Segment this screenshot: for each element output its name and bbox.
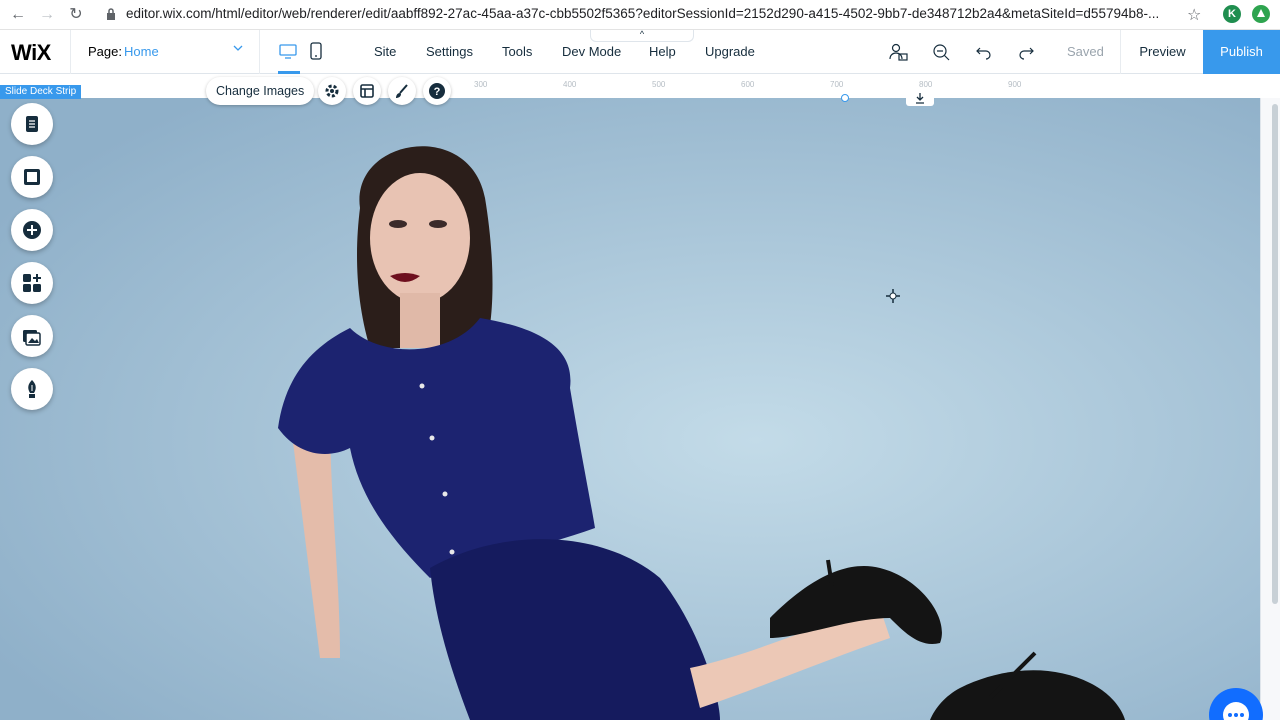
saved-status: Saved [1067,44,1104,59]
lock-icon [107,8,115,20]
browser-toolbar: ← → ↻ editor.wix.com/html/editor/web/ren… [0,0,1280,30]
add-apps-button[interactable] [11,262,53,304]
page-label: Page: [88,44,122,59]
wix-logo[interactable]: WiX [11,40,51,66]
background-button[interactable] [11,156,53,198]
plus-icon [23,221,41,239]
menu-help[interactable]: Help [649,44,676,59]
preview-button[interactable]: Preview [1120,30,1204,74]
brush-icon [396,84,408,98]
zoom-out-icon[interactable] [929,40,953,64]
download-icon [916,93,924,104]
chevron-down-icon [233,45,243,51]
page-selector[interactable]: Page: Home [70,30,260,74]
profile-avatar[interactable]: K [1223,5,1241,23]
desktop-view-icon[interactable] [278,42,298,60]
undo-icon[interactable] [972,40,996,64]
media-button[interactable] [11,315,53,357]
resize-handle[interactable] [841,94,849,102]
ruler-tick: 300 [474,80,488,89]
page-value: Home [124,44,159,59]
ruler-tick: 500 [652,80,666,89]
slide-image[interactable] [0,98,1260,720]
editor-canvas[interactable]: 300 400 500 600 700 800 900 Slide Deck S… [0,74,1280,720]
media-icon [23,330,41,346]
redo-icon[interactable] [1014,40,1038,64]
publish-button[interactable]: Publish [1203,30,1280,74]
extension-icon[interactable] [1252,5,1270,23]
strip-name-badge[interactable]: Slide Deck Strip [0,85,82,99]
back-icon[interactable]: ← [8,5,28,25]
add-button[interactable] [11,209,53,251]
vertical-scrollbar[interactable] [1272,104,1278,604]
chat-button[interactable] [1209,688,1263,720]
star-icon[interactable]: ☆ [1187,5,1201,25]
apps-icon [23,274,41,292]
settings-gear-button[interactable] [318,77,346,105]
menu-tools[interactable]: Tools [502,44,532,59]
menu-upgrade[interactable]: Upgrade [705,44,755,59]
horizontal-ruler[interactable]: 300 400 500 600 700 800 900 [0,74,1260,98]
svg-text:?: ? [434,86,441,98]
help-icon: ? [429,83,445,99]
help-button[interactable]: ? [423,77,451,105]
move-cursor-icon [886,289,900,303]
pages-menu-button[interactable] [11,103,53,145]
pages-icon [26,116,38,132]
gear-icon [325,84,339,98]
layout-icon [360,84,374,98]
model-photo [0,98,1260,720]
image-toolbar: Change Images ? [206,77,454,105]
mobile-view-icon[interactable] [309,41,323,61]
ruler-tick: 900 [1008,80,1022,89]
menu-settings[interactable]: Settings [426,44,473,59]
ruler-tick: 600 [741,80,755,89]
ruler-tick: 700 [830,80,844,89]
background-icon [24,169,40,185]
forward-icon[interactable]: → [37,5,57,25]
collapse-topbar-button[interactable]: ^ [590,30,694,42]
menu-dev-mode[interactable]: Dev Mode [562,44,621,59]
address-bar[interactable]: editor.wix.com/html/editor/web/renderer/… [126,6,1176,21]
chat-icon [1223,702,1249,720]
reload-icon[interactable]: ↻ [66,5,86,25]
blog-button[interactable] [11,368,53,410]
change-images-button[interactable]: Change Images [206,77,315,105]
design-button[interactable] [388,77,416,105]
menu-site[interactable]: Site [374,44,396,59]
download-handle[interactable] [906,90,934,106]
editor-top-bar: WiX Page: Home Site Settings Tools Dev M… [0,30,1280,74]
ruler-tick: 400 [563,80,577,89]
layout-button[interactable] [353,77,381,105]
ruler-tick: 800 [919,80,933,89]
pen-icon [28,380,36,398]
site-members-icon[interactable] [886,40,910,64]
